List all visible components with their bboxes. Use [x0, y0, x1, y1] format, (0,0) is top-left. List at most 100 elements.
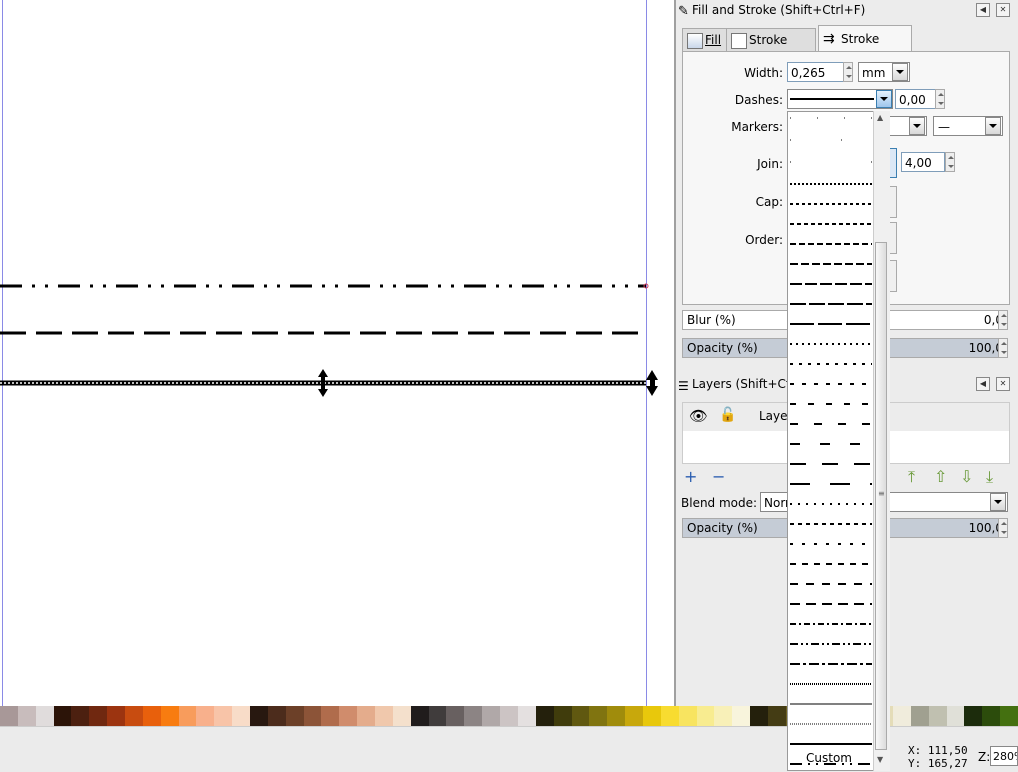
dash-offset-input[interactable]: 0,00 [895, 89, 937, 109]
eye-icon[interactable]: 👁 [689, 407, 708, 425]
width-input[interactable]: 0,265 [787, 62, 845, 82]
layers-close-icon[interactable]: ✕ [996, 377, 1010, 391]
panel-iconify-icon[interactable]: ◀ [976, 3, 990, 17]
dashes-dropdown-icon[interactable] [876, 90, 892, 108]
dash-pattern-dropdown[interactable] [787, 111, 880, 771]
color-swatch[interactable] [500, 706, 519, 726]
color-swatch[interactable] [625, 706, 644, 726]
color-swatch[interactable] [375, 706, 394, 726]
color-swatch[interactable] [178, 706, 197, 726]
dash-pattern-list[interactable] [788, 112, 874, 771]
color-swatch[interactable] [910, 706, 929, 726]
color-swatch[interactable] [767, 706, 786, 726]
dash-custom-option[interactable]: Custom [787, 751, 871, 765]
raise-layer-icon[interactable]: ⇧ [934, 468, 947, 486]
dash-offset-spinner[interactable] [935, 89, 945, 109]
color-swatch[interactable] [535, 706, 554, 726]
canvas-drawing[interactable] [0, 0, 674, 706]
color-swatch[interactable] [53, 706, 72, 726]
scroll-up-icon[interactable]: ▲ [877, 113, 883, 122]
color-swatch[interactable] [464, 706, 483, 726]
width-spinner[interactable] [843, 62, 853, 82]
tab-stroke-paint[interactable]: Stroke paint [726, 28, 816, 69]
color-swatch[interactable] [607, 706, 626, 726]
color-swatch[interactable] [410, 706, 429, 726]
color-swatch[interactable] [660, 706, 679, 726]
color-swatch[interactable] [446, 706, 465, 726]
start-marker-dropdown-icon[interactable] [909, 117, 925, 135]
color-swatch[interactable] [89, 706, 108, 726]
raise-to-top-icon[interactable]: ⤒ [908, 468, 915, 486]
color-swatch[interactable] [303, 706, 322, 726]
blend-mode-label: Blend mode: [681, 496, 758, 510]
color-swatch[interactable] [214, 706, 233, 726]
color-swatch[interactable] [142, 706, 161, 726]
zoom-label: Z: [978, 750, 991, 764]
color-swatch[interactable] [553, 706, 572, 726]
color-swatch[interactable] [0, 706, 18, 726]
lower-layer-icon[interactable]: ⇩ [960, 468, 973, 486]
color-swatch[interactable] [928, 706, 947, 726]
end-marker-dropdown-icon[interactable] [985, 117, 1001, 135]
unit-dropdown-icon[interactable] [892, 63, 908, 81]
color-swatch[interactable] [678, 706, 697, 726]
transform-handle-right[interactable] [646, 370, 658, 396]
color-swatch[interactable] [982, 706, 1001, 726]
color-swatch[interactable] [250, 706, 269, 726]
color-swatch[interactable] [696, 706, 715, 726]
color-swatch[interactable] [571, 706, 590, 726]
color-swatch[interactable] [1000, 706, 1018, 726]
color-swatch[interactable] [642, 706, 661, 726]
fill-stroke-opacity-spinner[interactable] [998, 338, 1008, 358]
color-swatch[interactable] [428, 706, 447, 726]
x-value: 111,50 [927, 744, 968, 757]
color-swatch[interactable] [232, 706, 251, 726]
color-swatch[interactable] [17, 706, 36, 726]
panel-close-icon[interactable]: ✕ [996, 3, 1010, 17]
color-swatch[interactable] [750, 706, 769, 726]
color-swatch[interactable] [196, 706, 215, 726]
color-swatch[interactable] [71, 706, 90, 726]
blur-label: Blur (%) [687, 313, 736, 327]
color-swatch[interactable] [964, 706, 983, 726]
color-swatch[interactable] [732, 706, 751, 726]
color-swatch[interactable] [160, 706, 179, 726]
join-label: Join: [757, 157, 783, 171]
color-swatch[interactable] [107, 706, 126, 726]
color-swatch[interactable] [321, 706, 340, 726]
tab-fill[interactable]: Fill [682, 28, 730, 51]
color-swatch[interactable] [517, 706, 536, 726]
blend-mode-dropdown-icon[interactable] [990, 493, 1006, 511]
miter-limit-spinner[interactable] [945, 152, 955, 172]
layers-iconify-icon[interactable]: ◀ [976, 377, 990, 391]
color-swatch[interactable] [714, 706, 733, 726]
dashes-label: Dashes: [734, 93, 783, 107]
pen-icon: ✎ [678, 4, 689, 19]
tab-stroke-style[interactable]: ⇉ Stroke style [818, 25, 912, 72]
color-swatch[interactable] [357, 706, 376, 726]
color-swatch[interactable] [35, 706, 54, 726]
color-swatch[interactable] [392, 706, 411, 726]
add-layer-icon[interactable]: + [684, 468, 697, 486]
color-swatch[interactable] [892, 706, 911, 726]
color-swatch[interactable] [125, 706, 144, 726]
miter-limit-input[interactable]: 4,00 [901, 152, 945, 172]
color-swatch[interactable] [589, 706, 608, 726]
tab-fill-label: Fill [705, 33, 722, 47]
lower-to-bottom-icon[interactable]: ⤓ [986, 468, 993, 486]
color-swatch[interactable] [339, 706, 358, 726]
cap-label: Cap: [755, 195, 783, 209]
drawing-canvas[interactable] [0, 0, 674, 706]
dash-dropdown-scroll-thumb[interactable]: ≡ [875, 242, 887, 750]
blur-spinner[interactable] [998, 310, 1008, 330]
scroll-down-icon[interactable]: ▼ [877, 755, 883, 764]
layer-opacity-spinner[interactable] [998, 518, 1008, 538]
zoom-input[interactable]: 280% [990, 746, 1018, 766]
lock-icon[interactable]: 🔓 [719, 407, 736, 423]
remove-layer-icon[interactable]: − [712, 468, 725, 486]
color-swatch[interactable] [285, 706, 304, 726]
color-swatch[interactable] [267, 706, 286, 726]
color-swatch[interactable] [482, 706, 501, 726]
fill-stroke-opacity-label: Opacity (%) [687, 341, 758, 355]
color-swatch[interactable] [946, 706, 965, 726]
